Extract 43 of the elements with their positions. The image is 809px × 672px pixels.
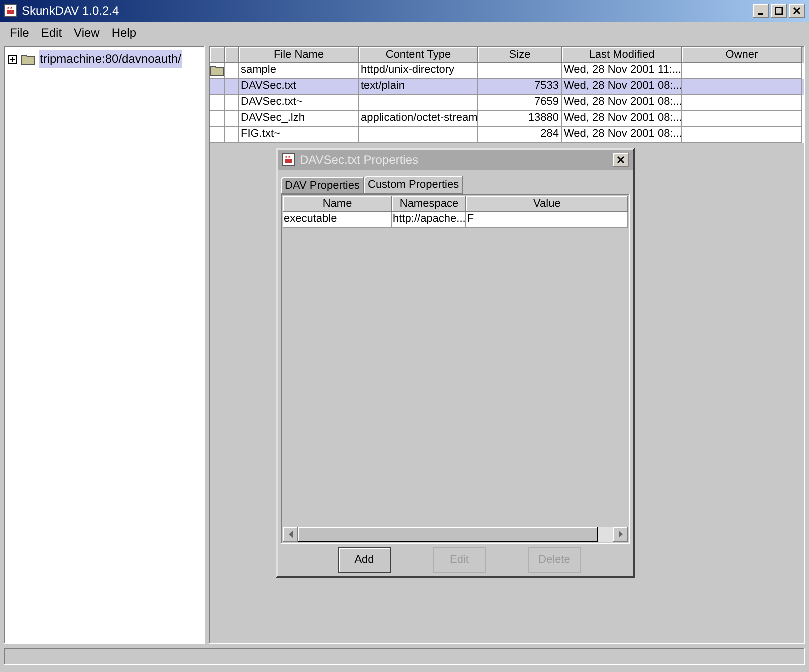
table-cell: FIG.txt~ bbox=[239, 127, 359, 143]
horizontal-scrollbar[interactable] bbox=[283, 527, 628, 542]
folder-icon bbox=[21, 54, 35, 64]
column-header[interactable]: Last Modified bbox=[562, 47, 682, 63]
table-cell bbox=[225, 127, 239, 143]
menu-item[interactable]: View bbox=[68, 24, 106, 42]
cup-icon bbox=[4, 4, 18, 18]
left-arrow-icon[interactable] bbox=[288, 531, 292, 538]
menu-item[interactable]: File bbox=[4, 24, 36, 42]
close-icon bbox=[793, 7, 801, 15]
table-cell: http://apache... bbox=[393, 213, 466, 225]
table-cell: 284 bbox=[478, 127, 562, 143]
maximize-icon bbox=[775, 7, 783, 15]
column-header[interactable] bbox=[210, 47, 225, 63]
column-header[interactable]: Name bbox=[283, 196, 392, 212]
table-cell: F bbox=[467, 213, 474, 225]
close-button[interactable] bbox=[613, 153, 629, 167]
cup-icon bbox=[282, 153, 296, 167]
column-header[interactable]: Namespace bbox=[392, 196, 466, 212]
menu-item[interactable]: Help bbox=[106, 24, 143, 42]
close-button[interactable] bbox=[789, 4, 805, 18]
maximize-button[interactable] bbox=[771, 4, 787, 18]
close-icon bbox=[617, 156, 625, 164]
table-cell bbox=[210, 127, 225, 143]
expand-icon[interactable] bbox=[8, 54, 17, 64]
dialog-title: DAVSec.txt Properties bbox=[300, 152, 418, 169]
column-header[interactable] bbox=[225, 47, 239, 63]
tree-item[interactable]: tripmachine:80/davnoauth/ bbox=[39, 50, 182, 68]
right-arrow-icon[interactable] bbox=[618, 531, 622, 538]
tab[interactable]: Custom Properties bbox=[364, 176, 464, 194]
dialog-button[interactable]: Add bbox=[338, 547, 391, 573]
tab[interactable]: DAV Properties bbox=[281, 177, 364, 194]
window-title: SkunkDAV 1.0.2.4 bbox=[22, 3, 120, 20]
folder-icon bbox=[210, 65, 224, 76]
column-header[interactable]: File Name bbox=[239, 47, 359, 63]
column-header[interactable]: Owner bbox=[682, 47, 802, 63]
table-cell: executable bbox=[284, 213, 338, 225]
table-row[interactable]: sample httpd/unix-directory Wed, 28 Nov 2001 11:... bbox=[210, 63, 804, 79]
column-header[interactable]: Content Type bbox=[359, 47, 478, 63]
menu-item[interactable]: Edit bbox=[35, 24, 68, 42]
column-header[interactable]: Size bbox=[478, 47, 562, 63]
column-header[interactable]: Value bbox=[466, 196, 628, 212]
minimize-button[interactable] bbox=[753, 4, 769, 18]
